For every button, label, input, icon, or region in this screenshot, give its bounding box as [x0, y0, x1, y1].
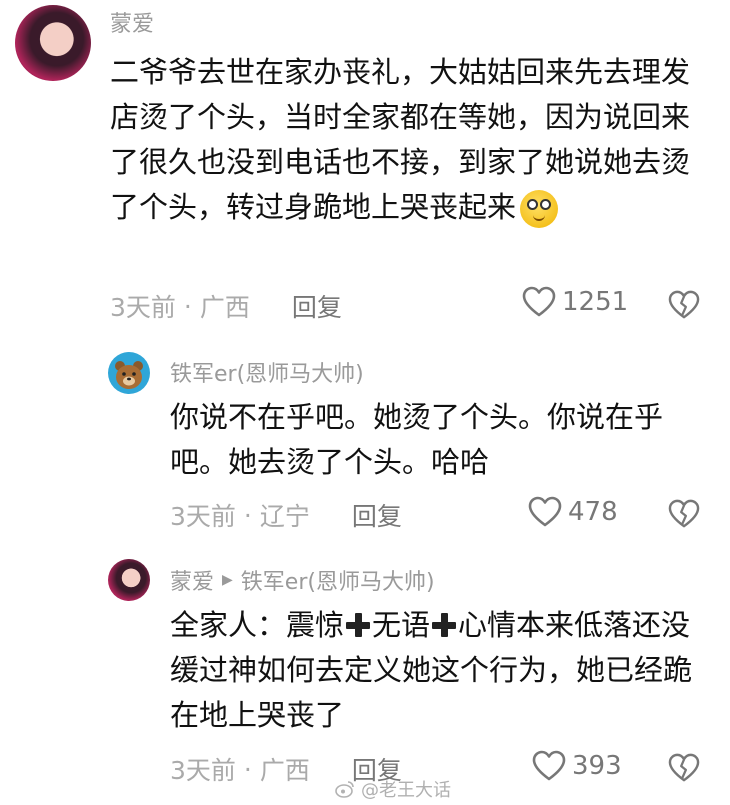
reply-location: 广西 — [259, 756, 310, 785]
comment-meta: 3天前 · 广西 回复 — [110, 288, 342, 324]
comment-username[interactable]: 蒙爱 — [110, 6, 154, 38]
like-button[interactable]: 478 — [528, 496, 618, 528]
reply-time: 3天前 — [170, 756, 236, 785]
reply-username: 蒙爱 ▶ 铁军er(恩师马大帅) — [170, 564, 435, 596]
avatar[interactable] — [15, 5, 91, 81]
reply-body: 全家人：震惊 无语 心情本来低落还没缓过神如何去定义她这个行为，她已经跪在地上哭丧了 — [170, 603, 715, 738]
broken-heart-icon — [668, 290, 700, 319]
reply-location: 辽宁 — [259, 502, 310, 531]
heart-icon — [522, 286, 556, 317]
comment-location: 广西 — [199, 293, 250, 322]
reply-username-text[interactable]: 蒙爱 — [170, 564, 214, 596]
avatar[interactable] — [108, 559, 150, 601]
avatar[interactable] — [108, 352, 150, 394]
like-count: 478 — [568, 497, 618, 527]
like-button[interactable]: 393 — [532, 750, 622, 782]
like-button[interactable]: 1251 — [522, 286, 628, 318]
meta-separator: · — [183, 291, 192, 321]
heart-icon — [532, 750, 566, 781]
bear-avatar-icon — [115, 361, 143, 389]
reply-body: 你说不在乎吧。她烫了个头。你说在乎吧。她去烫了个头。哈哈 — [170, 400, 664, 479]
dislike-button[interactable] — [668, 290, 700, 324]
reply-arrow-icon: ▶ — [222, 572, 233, 588]
reply-time: 3天前 — [170, 502, 236, 531]
dislike-button[interactable] — [668, 499, 700, 533]
reply-username[interactable]: 铁军er(恩师马大帅) — [170, 356, 364, 388]
dizzy-face-emoji-icon — [520, 190, 559, 228]
broken-heart-icon — [668, 499, 700, 528]
dislike-button[interactable] — [668, 753, 700, 787]
reply-to-tag: (恩师马大帅) — [307, 570, 435, 595]
comment-body: 二爷爷去世在家办丧礼，大姑姑回来先去理发店烫了个头，当时全家都在等她，因为说回来… — [110, 50, 700, 230]
reply-to-name[interactable]: 铁军er — [241, 570, 308, 595]
plus-icon — [346, 613, 371, 637]
reply-to-username[interactable]: 铁军er(恩师马大帅) — [241, 564, 435, 596]
comment-time: 3天前 — [110, 293, 176, 322]
comment-body-text: 二爷爷去世在家办丧礼，大姑姑回来先去理发店烫了个头，当时全家都在等她，因为说回来… — [110, 55, 691, 224]
meta-separator: · — [243, 754, 252, 784]
reply-meta: 3天前 · 辽宁 回复 — [170, 497, 402, 533]
reply-body-text: 无语 — [372, 608, 431, 642]
like-count: 1251 — [562, 287, 629, 317]
like-count: 393 — [572, 751, 622, 781]
heart-icon — [528, 496, 562, 527]
watermark: @老王大话 — [335, 776, 451, 802]
reply-username-text[interactable]: 铁军er — [170, 362, 237, 387]
meta-separator: · — [243, 500, 252, 530]
reply-button[interactable]: 回复 — [292, 288, 342, 324]
watermark-text: @老王大话 — [361, 780, 451, 801]
reply-button[interactable]: 回复 — [352, 497, 402, 533]
broken-heart-icon — [668, 753, 700, 782]
reply-body-text: 全家人：震惊 — [170, 608, 345, 642]
plus-icon — [432, 613, 457, 637]
weibo-logo-icon — [335, 781, 354, 798]
reply-username-tag: (恩师马大帅) — [236, 362, 364, 387]
